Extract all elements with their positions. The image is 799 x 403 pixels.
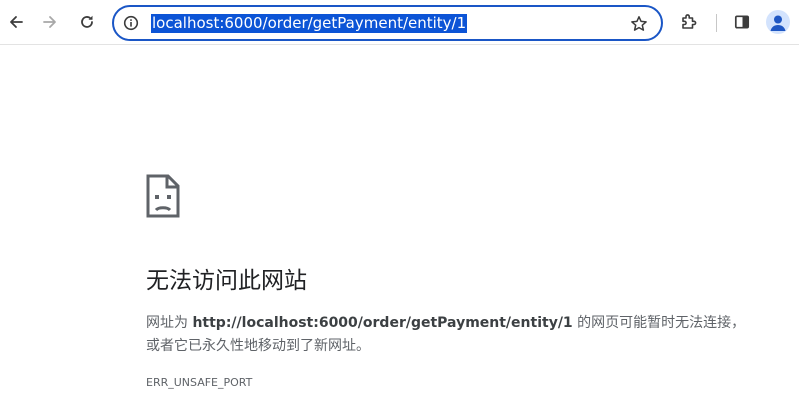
puzzle-icon — [682, 14, 697, 29]
error-description-url: http://localhost:6000/order/getPayment/e… — [192, 315, 573, 331]
arrow-right-icon — [43, 16, 56, 28]
error-description-prefix: 网址为 — [146, 315, 193, 331]
extensions-button[interactable] — [673, 6, 705, 38]
sad-page-icon — [146, 174, 180, 218]
info-icon[interactable] — [122, 14, 140, 32]
browser-toolbar: localhost:6000/order/getPayment/entity/1 — [0, 0, 799, 45]
arrow-left-icon — [10, 16, 23, 28]
error-description: 网址为 http://localhost:6000/order/getPayme… — [146, 312, 758, 358]
side-panel-icon — [734, 15, 750, 29]
side-panel-button[interactable] — [726, 6, 758, 38]
error-title: 无法访问此网站 — [146, 268, 307, 294]
profile-avatar-icon[interactable] — [766, 10, 790, 34]
url-text[interactable]: localhost:6000/order/getPayment/entity/1 — [151, 14, 468, 33]
toolbar-divider — [716, 14, 717, 32]
reload-button[interactable] — [71, 6, 103, 38]
forward-button[interactable] — [34, 6, 66, 38]
address-bar[interactable]: localhost:6000/order/getPayment/entity/1 — [112, 5, 663, 41]
star-icon[interactable] — [629, 14, 649, 34]
error-code[interactable]: ERR_UNSAFE_PORT — [146, 376, 252, 390]
back-button[interactable] — [0, 6, 32, 38]
reload-icon — [81, 15, 93, 28]
